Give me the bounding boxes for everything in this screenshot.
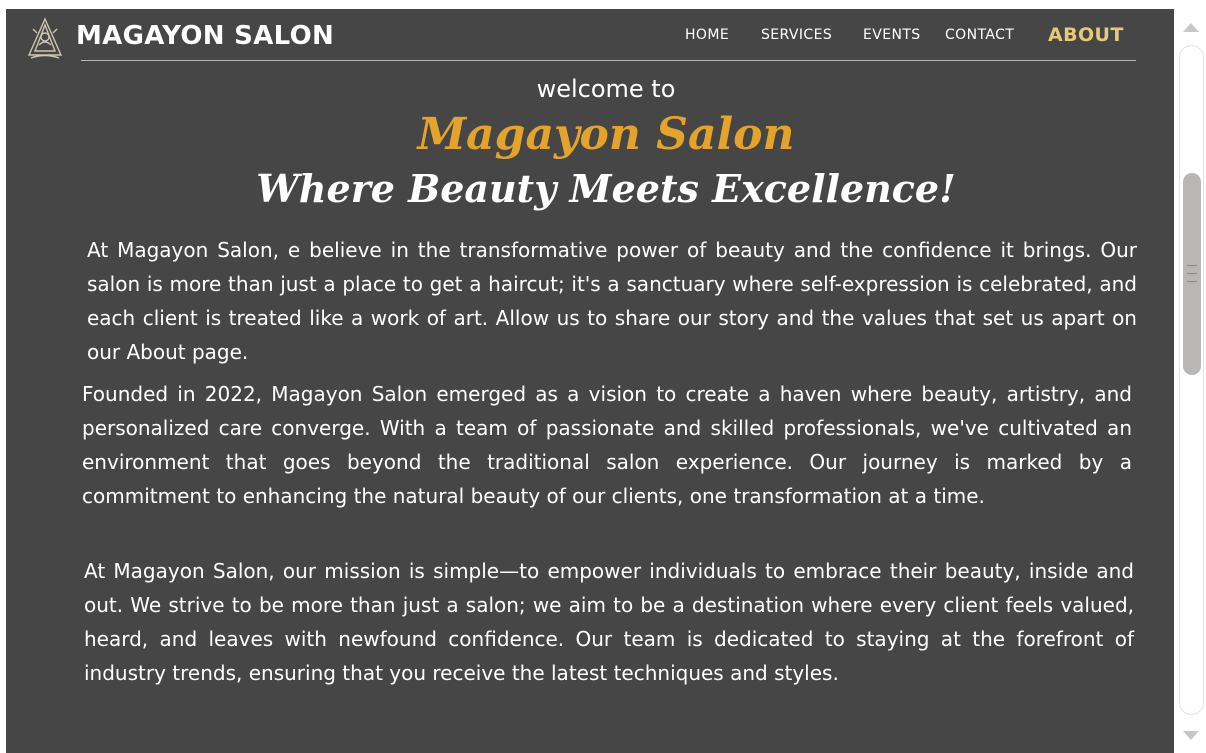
tagline-heading: Where Beauty Meets Excellence! (256, 166, 956, 211)
nav-divider (81, 60, 1136, 61)
history-paragraph: Founded in 2022, Magayon Salon emerged a… (82, 382, 1132, 508)
nav-about[interactable]: ABOUT (1048, 24, 1124, 46)
intro-paragraph: At Magayon Salon, e believe in the trans… (87, 238, 1137, 364)
salon-name-heading: Magayon Salon (417, 109, 795, 160)
welcome-text: welcome to (536, 75, 676, 103)
scroll-thumb[interactable] (1183, 173, 1201, 375)
nav-services[interactable]: SERVICES (761, 27, 832, 43)
scroll-track[interactable] (1179, 45, 1204, 715)
grip-line (1187, 265, 1197, 266)
mission-paragraph: At Magayon Salon, our mission is simple—… (84, 559, 1134, 685)
nav-contact[interactable]: CONTACT (945, 27, 1014, 43)
nav-home[interactable]: HOME (685, 27, 729, 43)
about-page: MAGAYON SALON HOME SERVICES EVENTS CONTA… (6, 9, 1174, 753)
scroll-up-arrow-icon[interactable] (1183, 23, 1199, 32)
main-nav: HOME SERVICES EVENTS CONTACT ABOUT (6, 24, 1174, 47)
nav-events[interactable]: EVENTS (863, 27, 921, 43)
vertical-scrollbar[interactable] (1176, 9, 1206, 753)
grip-line (1187, 281, 1197, 282)
scroll-down-arrow-icon[interactable] (1183, 731, 1199, 740)
grip-line (1187, 273, 1197, 274)
